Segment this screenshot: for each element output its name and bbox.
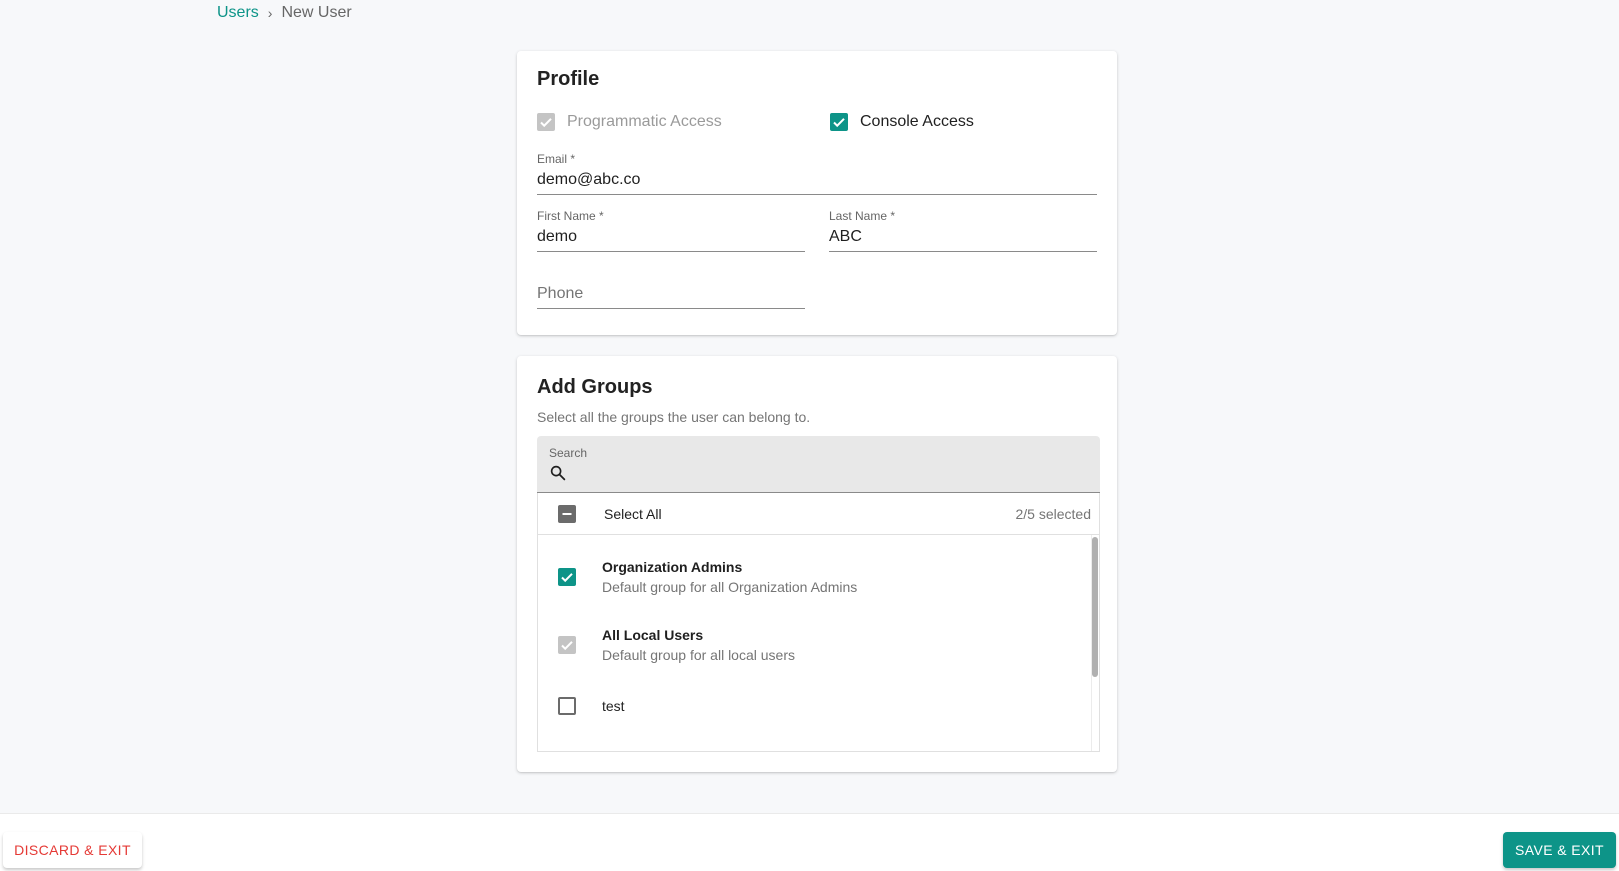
email-field: Email * [537, 152, 1097, 195]
email-input[interactable] [537, 168, 1097, 192]
programmatic-access-label: Programmatic Access [567, 113, 722, 130]
phone-underline [537, 308, 805, 309]
checkbox-indeterminate-icon[interactable] [558, 504, 576, 523]
console-access-checkbox[interactable]: Console Access [830, 113, 974, 131]
last-name-field: Last Name * [829, 209, 1097, 252]
discard-exit-button[interactable]: DISCARD & EXIT [3, 832, 142, 868]
email-underline [537, 194, 1097, 195]
checkbox-disabled-checked-icon [558, 636, 576, 654]
group-item-organization-admins[interactable]: Organization Admins Default group for al… [538, 559, 1078, 595]
group-text: test [602, 698, 625, 714]
group-description: Default group for all local users [602, 647, 795, 663]
email-label: Email * [537, 152, 576, 166]
checkbox-unchecked-icon[interactable] [558, 697, 576, 715]
first-name-label: First Name * [537, 209, 604, 223]
group-list-scroll-area: Organization Admins Default group for al… [538, 535, 1099, 751]
group-description: Default group for all Organization Admin… [602, 579, 858, 595]
group-name: test [602, 698, 625, 714]
scrollbar-thumb[interactable] [1092, 537, 1098, 677]
breadcrumb-separator: › [267, 5, 273, 21]
console-access-label: Console Access [860, 113, 974, 130]
checkbox-checked-icon [830, 113, 848, 131]
group-item-test[interactable]: test [538, 697, 1078, 715]
breadcrumb-users-link[interactable]: Users [217, 4, 259, 22]
phone-input[interactable] [537, 282, 805, 306]
phone-field [537, 282, 805, 309]
group-name: Organization Admins [602, 559, 743, 575]
selected-count: 2/5 selected [1015, 505, 1092, 522]
checkbox-checked-icon[interactable] [558, 568, 576, 586]
profile-title: Profile [537, 68, 600, 90]
checkbox-disabled-checked-icon [537, 113, 555, 131]
first-name-input[interactable] [537, 225, 805, 249]
first-name-field: First Name * [537, 209, 805, 252]
first-name-underline [537, 251, 805, 252]
group-list: Select All 2/5 selected Organization Adm… [537, 493, 1100, 752]
search-label: Search [549, 446, 588, 460]
last-name-underline [829, 251, 1097, 252]
programmatic-access-checkbox: Programmatic Access [537, 113, 722, 131]
group-search-field: Search [537, 436, 1100, 493]
select-all-label[interactable]: Select All [604, 506, 662, 522]
group-name: All Local Users [602, 627, 704, 643]
search-icon [550, 465, 566, 481]
footer-bar: DISCARD & EXIT SAVE & EXIT [0, 813, 1619, 871]
profile-card: Profile Programmatic Access Console Acce… [517, 51, 1117, 335]
breadcrumb: Users › New User [217, 4, 352, 22]
add-groups-card: Add Groups Select all the groups the use… [517, 356, 1117, 772]
group-item-all-local-users: All Local Users Default group for all lo… [538, 627, 1078, 663]
add-groups-description: Select all the groups the user can belon… [537, 409, 811, 425]
new-user-page: Users › New User Profile Programmatic Ac… [0, 0, 1619, 871]
group-search-input[interactable] [573, 464, 1073, 484]
last-name-label: Last Name * [829, 209, 896, 223]
select-all-row[interactable]: Select All 2/5 selected [538, 493, 1099, 535]
group-text: All Local Users Default group for all lo… [602, 627, 795, 663]
add-groups-title: Add Groups [537, 376, 653, 398]
breadcrumb-current: New User [281, 4, 352, 21]
save-exit-button[interactable]: SAVE & EXIT [1503, 832, 1616, 868]
last-name-input[interactable] [829, 225, 1097, 249]
group-text: Organization Admins Default group for al… [602, 559, 857, 595]
